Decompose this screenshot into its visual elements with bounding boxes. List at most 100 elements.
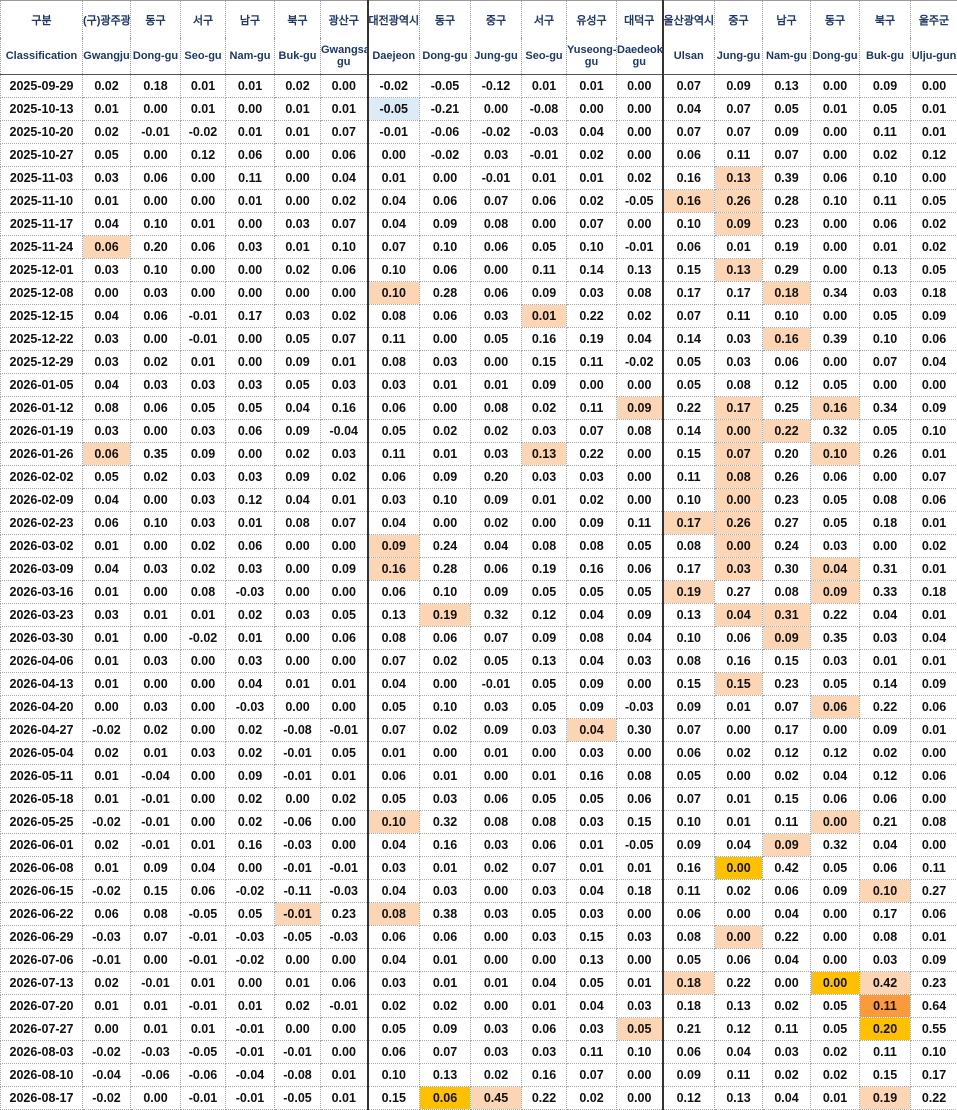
cell-namgu: 0.30 bbox=[763, 558, 811, 581]
cell-donggu: 0.09 bbox=[131, 857, 181, 880]
header-korean-0: 구분 bbox=[1, 1, 83, 39]
row-date: 2026-03-23 bbox=[1, 604, 83, 627]
cell-seogu: 0.01 bbox=[522, 489, 567, 512]
cell-seogu: 0.03 bbox=[522, 1041, 567, 1064]
cell-donggu: 0.15 bbox=[131, 880, 181, 903]
cell-donggu: 0.06 bbox=[131, 397, 181, 420]
cell-gwangsangu: 0.01 bbox=[321, 673, 368, 696]
cell-seogu: 0.02 bbox=[181, 558, 226, 581]
cell-uljugun: 0.06 bbox=[911, 696, 957, 719]
cell-bukgu: 0.05 bbox=[275, 328, 321, 351]
cell-ulsan: 0.07 bbox=[663, 305, 715, 328]
table-row: 2026-03-090.040.030.020.030.000.090.160.… bbox=[1, 558, 957, 581]
cell-gwangju: 0.03 bbox=[83, 328, 131, 351]
cell-daedeokgu: 0.00 bbox=[617, 742, 663, 765]
header-row-english: ClassificationGwangjuDong-guSeo-guNam-gu… bbox=[1, 38, 957, 75]
cell-yuseonggu: 0.01 bbox=[567, 75, 617, 98]
cell-donggu: -0.01 bbox=[131, 788, 181, 811]
cell-namgu: 0.00 bbox=[226, 857, 275, 880]
cell-gwangsangu: 0.02 bbox=[321, 788, 368, 811]
cell-daedeokgu: 0.00 bbox=[617, 489, 663, 512]
cell-gwangju: 0.01 bbox=[83, 650, 131, 673]
cell-namgu: 0.09 bbox=[226, 765, 275, 788]
cell-namgu: 0.04 bbox=[763, 949, 811, 972]
cell-gwangju: 0.01 bbox=[83, 765, 131, 788]
cell-gwangju: 0.03 bbox=[83, 259, 131, 282]
cell-bukgu: 0.31 bbox=[860, 558, 911, 581]
cell-junggu: 0.07 bbox=[471, 190, 522, 213]
cell-seogu: 0.00 bbox=[181, 673, 226, 696]
row-date: 2025-10-27 bbox=[1, 144, 83, 167]
row-date: 2026-02-09 bbox=[1, 489, 83, 512]
cell-donggu: 0.00 bbox=[131, 328, 181, 351]
cell-bukgu: 0.14 bbox=[860, 673, 911, 696]
cell-yuseonggu: 0.02 bbox=[567, 144, 617, 167]
cell-daejeon: 0.04 bbox=[368, 834, 420, 857]
table-row: 2026-01-190.030.000.030.060.09-0.040.050… bbox=[1, 420, 957, 443]
cell-daejeon: 0.08 bbox=[368, 351, 420, 374]
cell-ulsan: 0.16 bbox=[663, 167, 715, 190]
cell-donggu: 0.19 bbox=[420, 604, 471, 627]
cell-junggu: 0.00 bbox=[471, 98, 522, 121]
cell-junggu: 0.06 bbox=[471, 282, 522, 305]
cell-yuseonggu: 0.04 bbox=[567, 880, 617, 903]
cell-seogu: 0.03 bbox=[181, 512, 226, 535]
header-english-0: Classification bbox=[1, 38, 83, 75]
cell-bukgu: 0.03 bbox=[275, 604, 321, 627]
cell-daejeon: 0.10 bbox=[368, 259, 420, 282]
cell-donggu: 0.00 bbox=[811, 305, 860, 328]
row-date: 2025-11-10 bbox=[1, 190, 83, 213]
cell-daejeon: 0.06 bbox=[368, 1041, 420, 1064]
cell-ulsan: 0.16 bbox=[663, 190, 715, 213]
cell-bukgu: 0.00 bbox=[275, 627, 321, 650]
cell-donggu: 0.35 bbox=[131, 443, 181, 466]
row-date: 2026-05-18 bbox=[1, 788, 83, 811]
cell-namgu: 0.09 bbox=[763, 121, 811, 144]
cell-donggu: 0.18 bbox=[131, 75, 181, 98]
table-row: 2026-06-080.010.090.040.00-0.01-0.010.03… bbox=[1, 857, 957, 880]
cell-gwangsangu: 0.23 bbox=[321, 903, 368, 926]
cell-namgu: -0.02 bbox=[226, 949, 275, 972]
cell-junggu: 0.06 bbox=[715, 949, 763, 972]
cell-donggu: 0.03 bbox=[131, 282, 181, 305]
cell-namgu: 0.27 bbox=[763, 512, 811, 535]
row-date: 2026-04-27 bbox=[1, 719, 83, 742]
row-date: 2026-02-02 bbox=[1, 466, 83, 489]
cell-namgu: 0.17 bbox=[763, 719, 811, 742]
cell-junggu: 0.00 bbox=[715, 926, 763, 949]
cell-uljugun: 0.01 bbox=[911, 121, 957, 144]
cell-daedeokgu: 0.00 bbox=[617, 98, 663, 121]
cell-namgu: 0.09 bbox=[763, 627, 811, 650]
cell-junggu: -0.12 bbox=[471, 75, 522, 98]
cell-donggu: -0.04 bbox=[131, 765, 181, 788]
cell-junggu: 0.07 bbox=[715, 98, 763, 121]
cell-namgu: 0.06 bbox=[226, 144, 275, 167]
cell-yuseonggu: 0.03 bbox=[567, 811, 617, 834]
cell-seogu: 0.05 bbox=[522, 696, 567, 719]
cell-seogu: 0.03 bbox=[181, 742, 226, 765]
cell-gwangju: -0.02 bbox=[83, 719, 131, 742]
cell-namgu: 0.00 bbox=[226, 259, 275, 282]
cell-daedeokgu: 0.00 bbox=[617, 949, 663, 972]
cell-gwangju: 0.04 bbox=[83, 374, 131, 397]
cell-seogu: 0.05 bbox=[522, 581, 567, 604]
cell-donggu: -0.02 bbox=[420, 144, 471, 167]
cell-junggu: 0.02 bbox=[471, 420, 522, 443]
cell-daedeokgu: 0.03 bbox=[617, 995, 663, 1018]
cell-daedeokgu: 0.09 bbox=[617, 604, 663, 627]
cell-bukgu: 0.21 bbox=[860, 811, 911, 834]
cell-namgu: -0.01 bbox=[226, 1018, 275, 1041]
cell-bukgu: 0.01 bbox=[860, 650, 911, 673]
cell-uljugun: 0.10 bbox=[911, 420, 957, 443]
cell-donggu: 0.10 bbox=[420, 581, 471, 604]
cell-namgu: 0.00 bbox=[226, 972, 275, 995]
cell-junggu: 0.00 bbox=[471, 880, 522, 903]
cell-donggu: 0.07 bbox=[420, 1041, 471, 1064]
cell-donggu: 0.01 bbox=[131, 742, 181, 765]
cell-seogu: 0.13 bbox=[522, 650, 567, 673]
cell-bukgu: 0.10 bbox=[860, 880, 911, 903]
header-english-18: Ulju-gun bbox=[911, 38, 957, 75]
cell-daedeokgu: 0.09 bbox=[617, 397, 663, 420]
row-date: 2025-12-08 bbox=[1, 282, 83, 305]
cell-uljugun: 0.00 bbox=[911, 742, 957, 765]
